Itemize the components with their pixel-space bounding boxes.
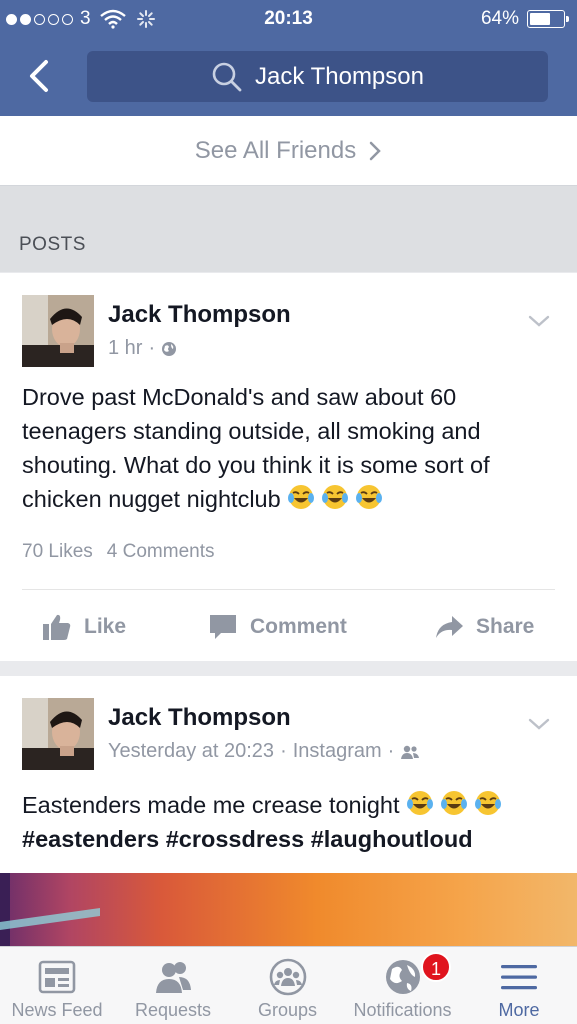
post-text-content: Eastenders made me crease tonight (22, 792, 400, 818)
tears-of-joy-icon (355, 485, 382, 509)
search-input[interactable]: Jack Thompson (87, 51, 548, 102)
post-author[interactable]: Jack Thompson (108, 301, 291, 329)
posts-section-header: POSTS (0, 186, 577, 272)
divider (22, 589, 555, 590)
post-time[interactable]: Yesterday at 20:23 (108, 740, 274, 763)
tab-label: More (498, 1000, 540, 1020)
tab-groups[interactable]: Groups (231, 947, 344, 1024)
globe-icon (162, 341, 177, 356)
share-arrow-icon (436, 616, 463, 638)
globe-icon (385, 960, 420, 994)
post-meta: Yesterday at 20:23 · Instagram · (108, 740, 420, 763)
post-counts: 70 Likes 4 Comments (22, 541, 214, 563)
battery-status: 64% (480, 8, 569, 30)
posts-title: POSTS (19, 234, 86, 255)
post-meta: 1 hr · (108, 337, 177, 360)
battery-percent: 64% (480, 8, 519, 29)
comments-count[interactable]: 4 Comments (107, 541, 215, 562)
post-hashtags[interactable]: #eastenders #crossdress #laughoutloud (22, 822, 557, 856)
friends-icon (401, 745, 420, 759)
post-actions: Like Comment Share (0, 607, 577, 647)
post-card: Jack Thompson 1 hr · Drove past McDonald… (0, 273, 577, 661)
tab-requests[interactable]: Requests (115, 947, 231, 1024)
tears-of-joy-icon (406, 791, 433, 815)
tears-of-joy-icon (287, 485, 314, 509)
chevron-down-icon[interactable] (527, 716, 551, 732)
avatar[interactable] (22, 295, 94, 367)
post-source[interactable]: Instagram (293, 740, 382, 763)
post-time[interactable]: 1 hr (108, 337, 142, 360)
post-text: Drove past McDonald's and saw about 60 t… (22, 380, 557, 516)
tab-label: Notifications (353, 1000, 452, 1020)
chevron-right-icon (369, 141, 381, 160)
post-photo[interactable] (0, 873, 577, 946)
tears-of-joy-icon (440, 791, 467, 815)
like-label: Like (84, 615, 127, 638)
tears-of-joy-icon (321, 485, 348, 509)
comment-button[interactable]: Comment (208, 607, 347, 647)
photo-shade (0, 873, 10, 946)
tab-label: Groups (257, 1000, 318, 1020)
top-header: 3 20:13 64% Jack Thompson (0, 0, 577, 116)
groups-icon (269, 958, 306, 996)
menu-icon (501, 965, 537, 990)
meta-separator: · (148, 337, 156, 359)
news-feed-icon (38, 960, 76, 994)
post-text: Eastenders made me crease tonight #easte… (22, 788, 557, 856)
photo-streak (0, 907, 100, 931)
comment-label: Comment (250, 615, 347, 638)
battery-icon (527, 10, 569, 28)
tab-news-feed[interactable]: News Feed (0, 947, 114, 1024)
see-all-friends-label: See All Friends (194, 136, 357, 164)
tab-label: Requests (134, 1000, 212, 1020)
avatar[interactable] (22, 698, 94, 770)
chevron-left-icon[interactable] (24, 56, 54, 96)
like-button[interactable]: Like (42, 607, 126, 647)
friend-requests-icon (156, 962, 191, 993)
post-text-content: Drove past McDonald's and saw about 60 t… (22, 384, 490, 512)
thumbs-up-icon (43, 614, 71, 640)
tab-label: News Feed (11, 1000, 103, 1020)
share-label: Share (476, 615, 535, 638)
tab-more[interactable]: More (461, 947, 577, 1024)
post-author[interactable]: Jack Thompson (108, 704, 291, 732)
notification-badge: 1 (421, 952, 451, 982)
bottom-tab-bar: News Feed Requests Groups Notifications … (0, 946, 577, 1024)
share-button[interactable]: Share (434, 607, 534, 647)
see-all-friends-link[interactable]: See All Friends (0, 116, 577, 186)
chevron-down-icon[interactable] (527, 313, 551, 329)
comment-icon (210, 615, 236, 639)
likes-count[interactable]: 70 Likes (22, 541, 93, 562)
search-icon (212, 62, 242, 91)
search-text: Jack Thompson (255, 62, 424, 90)
tears-of-joy-icon (474, 791, 501, 815)
status-bar: 3 20:13 64% (0, 0, 577, 38)
meta-separator: · (387, 740, 395, 762)
meta-separator: · (280, 740, 287, 762)
